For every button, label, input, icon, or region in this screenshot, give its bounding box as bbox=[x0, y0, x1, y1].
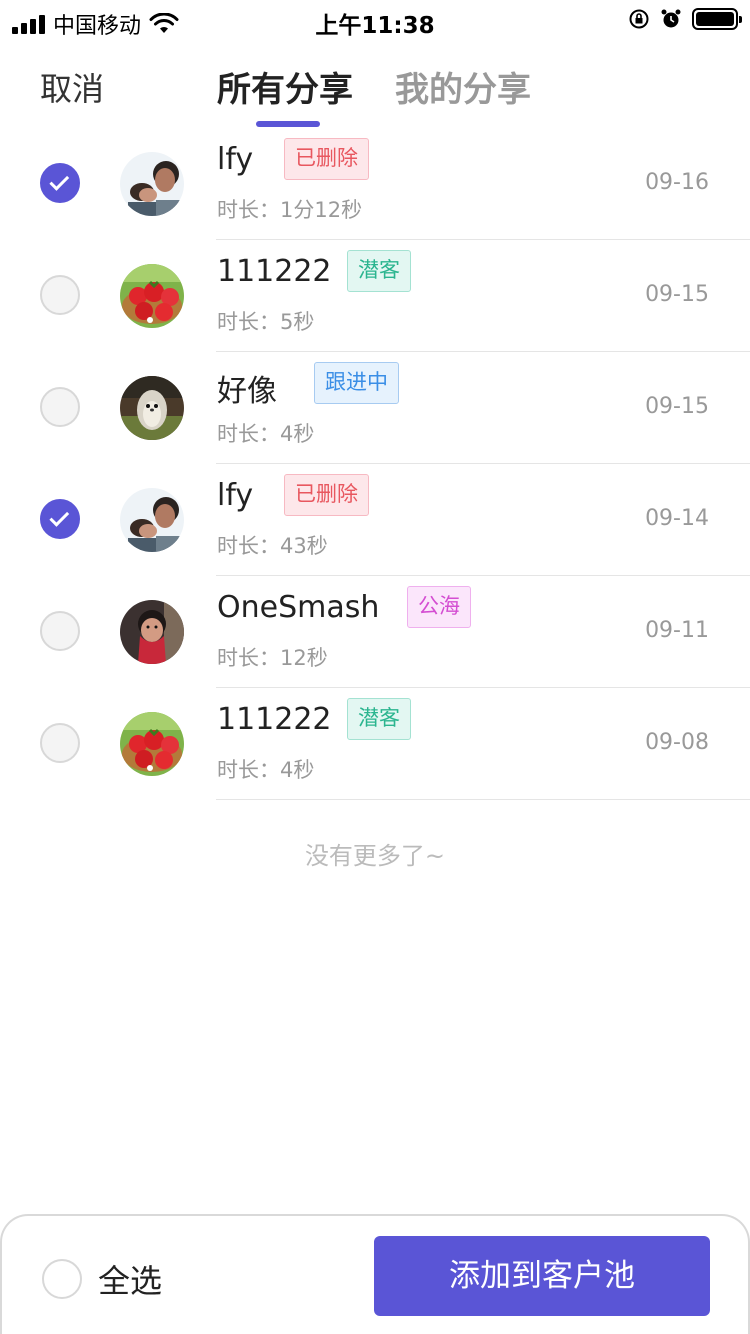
share-row[interactable]: lfy 已删除时长：43秒 09-14 bbox=[0, 464, 750, 576]
add-to-customer-pool-button[interactable]: 添加到客户池 bbox=[374, 1236, 710, 1316]
share-row[interactable]: lfy 已删除时长：1分12秒 09-16 bbox=[0, 128, 750, 240]
cancel-button[interactable]: 取消 bbox=[40, 64, 104, 110]
share-date: 09-14 bbox=[645, 506, 709, 531]
header: 取消 所有分享 我的分享 bbox=[0, 40, 750, 130]
status-bar-right bbox=[628, 8, 742, 30]
share-duration: 时长：4秒 bbox=[217, 758, 315, 782]
row-select-checkbox[interactable] bbox=[40, 499, 80, 539]
status-tag: 跟进中 bbox=[314, 362, 399, 404]
tab-all-shares[interactable]: 所有分享 bbox=[217, 62, 353, 111]
avatar bbox=[120, 152, 184, 216]
share-date: 09-11 bbox=[645, 618, 709, 643]
share-duration: 时长：4秒 bbox=[217, 422, 315, 446]
select-all-toggle[interactable]: 全选 bbox=[42, 1256, 162, 1302]
share-date: 09-08 bbox=[645, 730, 709, 755]
tab-my-shares[interactable]: 我的分享 bbox=[395, 62, 531, 111]
select-all-label: 全选 bbox=[98, 1262, 163, 1300]
status-tag: 潜客 bbox=[347, 250, 411, 292]
status-tag: 公海 bbox=[407, 586, 471, 628]
status-tag: 已删除 bbox=[284, 138, 369, 180]
share-duration: 时长：5秒 bbox=[217, 310, 315, 334]
orientation-lock-icon bbox=[629, 9, 649, 29]
checkmark-icon bbox=[49, 170, 70, 191]
share-duration: 时长：1分12秒 bbox=[217, 198, 363, 222]
avatar bbox=[120, 488, 184, 552]
share-duration: 时长：12秒 bbox=[217, 646, 328, 670]
status-tag: 已删除 bbox=[284, 474, 369, 516]
battery-icon bbox=[692, 8, 742, 30]
row-select-checkbox[interactable] bbox=[40, 163, 80, 203]
share-date: 09-15 bbox=[645, 282, 709, 307]
checkmark-icon bbox=[49, 506, 70, 527]
row-select-checkbox[interactable] bbox=[40, 387, 80, 427]
row-divider bbox=[216, 799, 750, 800]
active-tab-indicator bbox=[256, 121, 320, 127]
row-select-checkbox[interactable] bbox=[40, 723, 80, 763]
row-select-checkbox[interactable] bbox=[40, 275, 80, 315]
share-row[interactable]: OneSmash 公海时长：12秒 09-11 bbox=[0, 576, 750, 688]
row-select-checkbox[interactable] bbox=[40, 611, 80, 651]
share-row[interactable]: 好像 跟进中时长：4秒 09-15 bbox=[0, 352, 750, 464]
alarm-icon bbox=[661, 9, 681, 28]
status-tag: 潜客 bbox=[347, 698, 411, 740]
bottom-action-bar: 全选 添加到客户池 bbox=[0, 1214, 750, 1334]
contact-name: 111222 bbox=[217, 254, 332, 289]
contact-name: 好像 bbox=[217, 374, 277, 409]
share-duration: 时长：43秒 bbox=[217, 534, 328, 558]
share-date: 09-15 bbox=[645, 394, 709, 419]
contact-name: OneSmash bbox=[217, 590, 380, 625]
contact-name: lfy bbox=[217, 142, 254, 177]
contact-name: lfy bbox=[217, 478, 254, 513]
status-bar: 中国移动 上午11:38 bbox=[0, 0, 750, 40]
share-row[interactable]: 111222 潜客时长：4秒 09-08 bbox=[0, 688, 750, 800]
select-all-checkbox[interactable] bbox=[42, 1259, 82, 1299]
share-list: lfy 已删除 时长：1分12秒 09-16 111222 潜客 时长：5秒 09-15 好… bbox=[0, 128, 750, 800]
avatar bbox=[120, 712, 184, 776]
avatar bbox=[120, 264, 184, 328]
contact-name: 111222 bbox=[217, 702, 332, 737]
list-end-text: 没有更多了~ bbox=[304, 842, 446, 870]
avatar bbox=[120, 376, 184, 440]
avatar bbox=[120, 600, 184, 664]
share-row[interactable]: 111222 潜客时长：5秒 09-15 bbox=[0, 240, 750, 352]
share-date: 09-16 bbox=[645, 170, 709, 195]
